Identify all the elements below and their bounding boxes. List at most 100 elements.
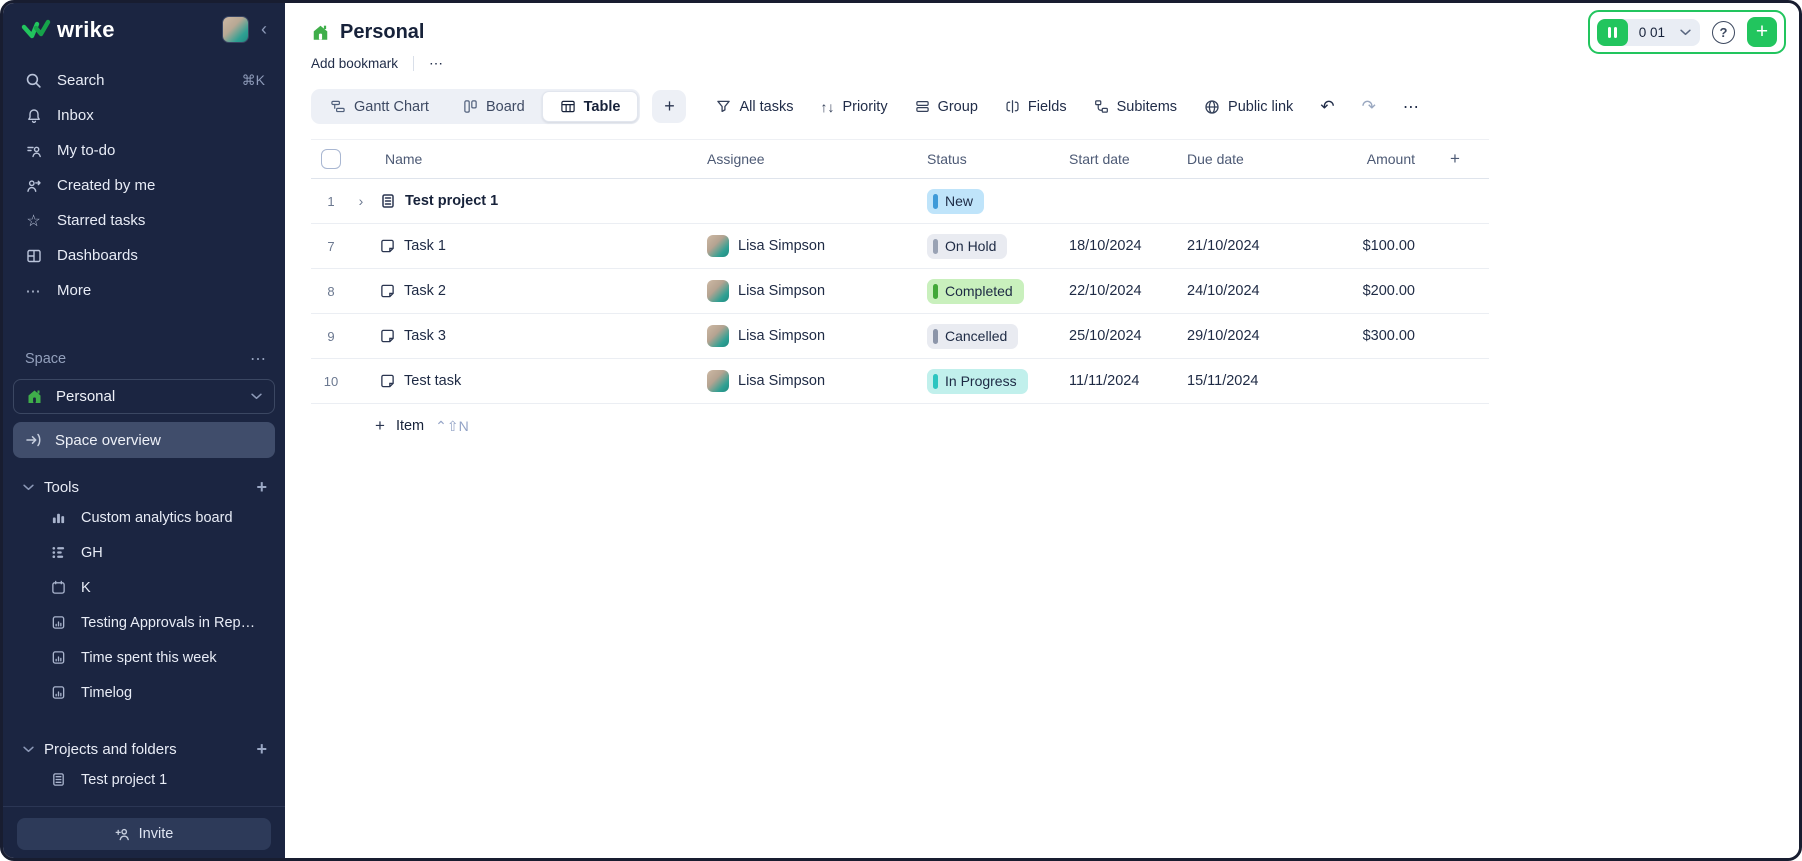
status-cell[interactable]: In Progress [913,369,1055,394]
table-row[interactable]: 7 Task 1 Lisa Simpson On Hold 18/10/2024… [311,224,1489,269]
projects-section-header[interactable]: Projects and folders + [3,736,285,762]
due-date-cell[interactable]: 15/11/2024 [1173,373,1325,389]
due-date-cell[interactable]: 21/10/2024 [1173,238,1325,254]
sidebar-item-k[interactable]: K [3,570,285,605]
sidebar-item-space-personal[interactable]: Personal [13,379,275,414]
item-name[interactable]: Test project 1 [405,193,498,209]
sidebar-item-created-by-me[interactable]: Created by me [3,168,285,203]
column-header-assignee[interactable]: Assignee [691,151,913,167]
sidebar-item-my-todo[interactable]: My to-do [3,133,285,168]
home-icon [26,389,43,405]
status-cell[interactable]: New [913,189,1055,214]
status-badge[interactable]: In Progress [927,369,1028,394]
sidebar-item-dashboards[interactable]: Dashboards [3,238,285,273]
table-row[interactable]: 10 Test task Lisa Simpson In Progress 11… [311,359,1489,404]
invite-button[interactable]: Invite [17,818,271,850]
status-cell[interactable]: On Hold [913,234,1055,259]
item-name[interactable]: Test task [404,373,461,389]
pause-button[interactable] [1597,19,1628,46]
add-project-icon[interactable]: + [256,739,267,760]
group-control[interactable]: Group [915,99,978,115]
assignee-cell[interactable]: Lisa Simpson [691,280,913,302]
sidebar-item-timelog[interactable]: Timelog [3,675,285,710]
wrike-logo[interactable]: wrike [21,17,222,43]
status-badge[interactable]: Completed [927,279,1024,304]
due-date-cell[interactable]: 29/10/2024 [1173,328,1325,344]
sidebar-item-more[interactable]: ⋯ More [3,273,285,308]
column-header-amount[interactable]: Amount [1325,151,1421,167]
assignee-cell[interactable]: Lisa Simpson [691,325,913,347]
sort-control[interactable]: ↑↓ Priority [820,99,887,115]
public-link-control[interactable]: Public link [1204,99,1293,115]
filter-control[interactable]: All tasks [716,99,793,115]
table-row[interactable]: 9 Task 3 Lisa Simpson Cancelled 25/10/20… [311,314,1489,359]
column-header-start-date[interactable]: Start date [1055,151,1173,167]
assignee-cell[interactable]: Lisa Simpson [691,370,913,392]
sidebar-item-search[interactable]: Search ⌘K [3,63,285,98]
item-name[interactable]: Task 1 [404,238,446,254]
task-table: Name Assignee Status Start date Due date… [311,139,1489,448]
redo-icon[interactable]: ↷ [1362,97,1376,117]
table-row[interactable]: 1 › Test project 1 New [311,179,1489,224]
select-all-checkbox[interactable] [321,149,341,169]
space-more-icon[interactable]: ⋯ [250,349,267,369]
amount-cell[interactable]: $300.00 [1325,328,1421,344]
status-badge[interactable]: New [927,189,984,214]
column-header-due-date[interactable]: Due date [1173,151,1325,167]
sidebar-item-custom-analytics-board[interactable]: Custom analytics board [3,500,285,535]
header-more-icon[interactable]: ⋯ [429,55,445,72]
sidebar-item-gh[interactable]: GH [3,535,285,570]
calendar-icon [50,580,67,595]
user-avatar[interactable] [222,16,249,43]
sidebar-item-inbox[interactable]: Inbox [3,98,285,133]
project-label: Test project 1 [81,772,167,788]
assignee-name: Lisa Simpson [738,373,825,389]
assignee-avatar [707,280,729,302]
expand-chevron-icon[interactable]: › [351,193,371,209]
start-date-cell[interactable]: 25/10/2024 [1055,328,1173,344]
amount-cell[interactable]: $200.00 [1325,283,1421,299]
column-header-status[interactable]: Status [913,151,1055,167]
item-name[interactable]: Task 2 [404,283,446,299]
sidebar-item-test-project-1[interactable]: Test project 1 [3,762,285,797]
sidebar: wrike ‹ Search ⌘K Inbox My to-do Created… [3,3,285,858]
status-badge[interactable]: On Hold [927,234,1007,259]
tools-section-header[interactable]: Tools + [3,474,285,500]
tab-gantt-chart[interactable]: Gantt Chart [313,91,446,122]
sidebar-item-testing-approvals[interactable]: Testing Approvals in Rep… [3,605,285,640]
timer-chevron-down-icon[interactable] [1676,29,1700,36]
start-date-cell[interactable]: 22/10/2024 [1055,283,1173,299]
subitems-control[interactable]: Subitems [1094,99,1177,115]
sidebar-item-space-overview[interactable]: Space overview [13,422,275,458]
status-label: New [945,193,973,209]
add-tool-icon[interactable]: + [256,477,267,498]
add-bookmark-link[interactable]: Add bookmark [311,56,398,71]
add-item-row[interactable]: + Item ⌃⇧N [311,404,1489,448]
sidebar-item-time-spent[interactable]: Time spent this week [3,640,285,675]
add-column-icon[interactable]: + [1421,149,1489,169]
due-date-cell[interactable]: 24/10/2024 [1173,283,1325,299]
tab-table[interactable]: Table [542,91,639,122]
amount-cell[interactable]: $100.00 [1325,238,1421,254]
status-cell[interactable]: Cancelled [913,324,1055,349]
add-view-button[interactable]: + [652,90,686,123]
sidebar-item-starred-tasks[interactable]: ☆ Starred tasks [3,203,285,238]
assignee-cell[interactable]: Lisa Simpson [691,235,913,257]
column-header-name[interactable]: Name [351,151,691,167]
item-name[interactable]: Task 3 [404,328,446,344]
fields-control[interactable]: Fields [1005,99,1067,115]
sidebar-collapse-icon[interactable]: ‹ [249,19,271,40]
add-button[interactable]: + [1747,17,1777,47]
start-date-cell[interactable]: 11/11/2024 [1055,373,1173,389]
help-button[interactable]: ? [1712,21,1735,44]
status-badge[interactable]: Cancelled [927,324,1018,349]
table-row[interactable]: 8 Task 2 Lisa Simpson Completed 22/10/20… [311,269,1489,314]
undo-icon[interactable]: ↶ [1320,97,1334,117]
add-item-label[interactable]: Item [396,418,424,434]
start-date-cell[interactable]: 18/10/2024 [1055,238,1173,254]
toolbar-more-icon[interactable]: ⋯ [1403,97,1421,117]
status-cell[interactable]: Completed [913,279,1055,304]
todo-list-icon [25,143,42,159]
tab-board[interactable]: Board [446,91,542,122]
add-item-plus-icon[interactable]: + [375,416,385,436]
